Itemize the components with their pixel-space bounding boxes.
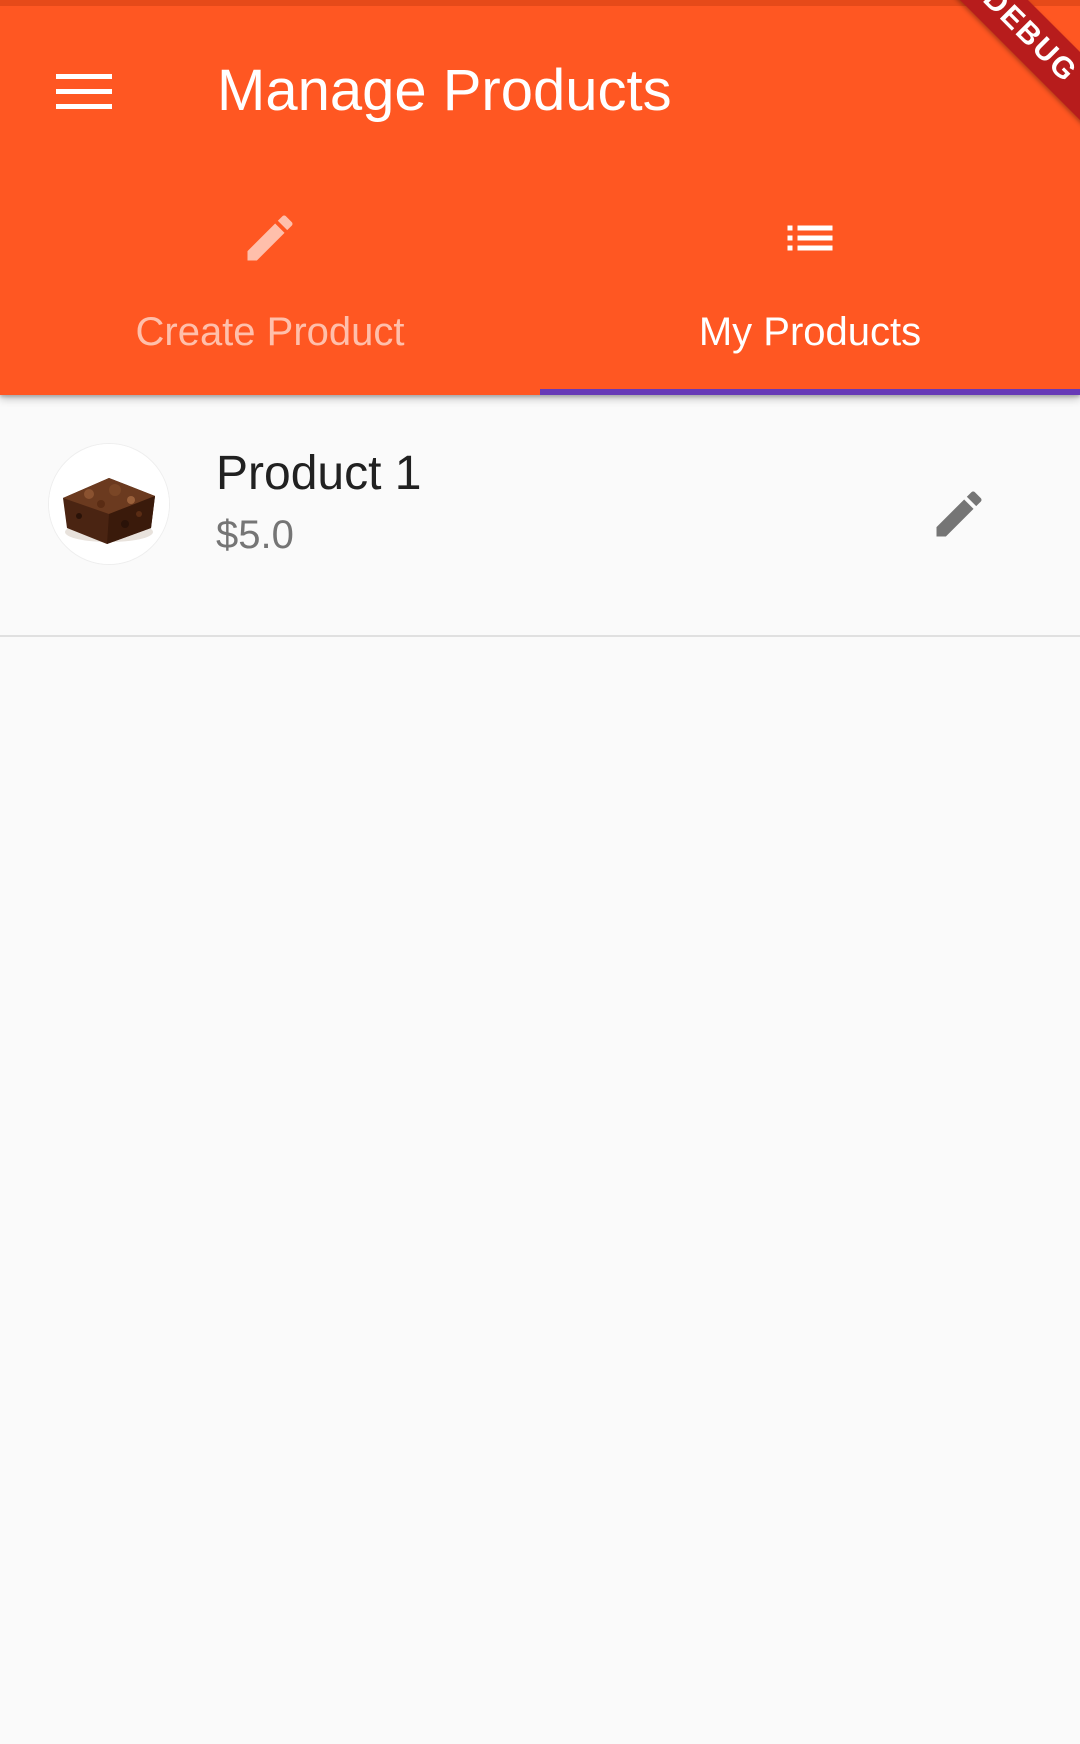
list-icon [780, 208, 840, 268]
menu-icon [56, 74, 112, 109]
app-bar: Manage Products DEBUG Create Product My … [0, 0, 1080, 395]
tab-my-products[interactable]: My Products [540, 180, 1080, 395]
edit-icon [936, 491, 982, 537]
menu-button[interactable] [26, 40, 142, 144]
product-title: Product 1 [216, 447, 422, 500]
list-item[interactable]: Product 1 $5.0 [0, 395, 1080, 637]
edit-icon [240, 208, 300, 268]
debug-banner: DEBUG [928, 0, 1080, 138]
brownie-image [49, 444, 169, 564]
avatar [48, 443, 170, 565]
status-bar [0, 0, 1080, 6]
edit-product-button[interactable] [904, 459, 1014, 569]
page-title: Manage Products [217, 58, 672, 123]
product-list: Product 1 $5.0 [0, 395, 1080, 637]
tab-indicator [540, 389, 1080, 395]
tab-create-product[interactable]: Create Product [0, 180, 540, 395]
tab-create-product-label: Create Product [135, 310, 405, 354]
tab-my-products-label: My Products [698, 310, 922, 354]
product-price: $5.0 [216, 513, 294, 557]
